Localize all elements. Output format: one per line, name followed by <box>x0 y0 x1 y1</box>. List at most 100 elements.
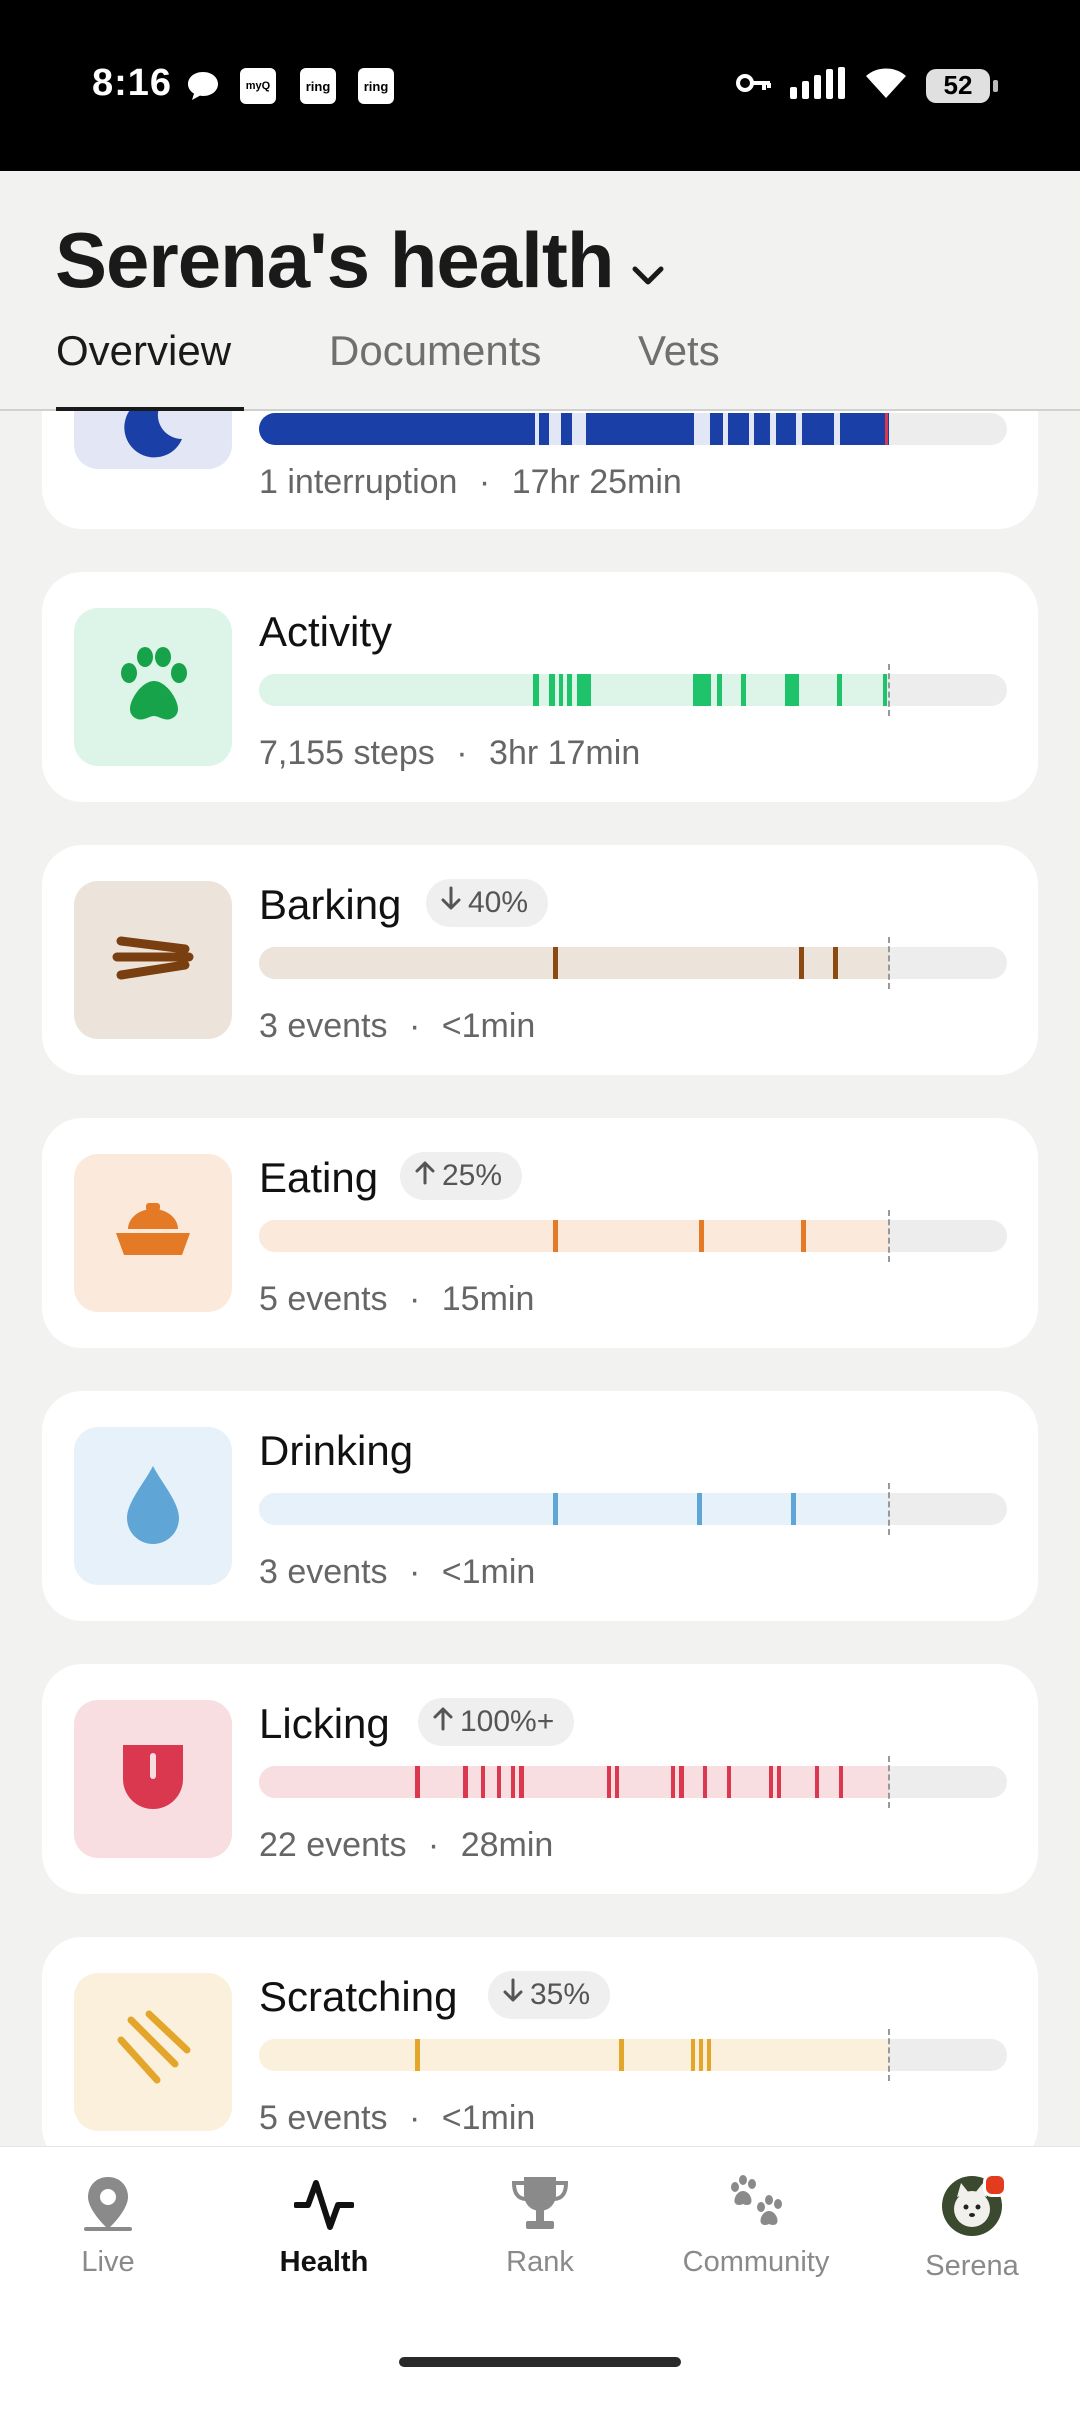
eating-icon-box <box>74 1154 232 1312</box>
scratching-event <box>415 2039 420 2071</box>
licking-timeline-fill <box>259 1766 889 1798</box>
eating-trend-badge: 25% <box>400 1152 523 1200</box>
licking-trend-value: 100%+ <box>460 1705 555 1738</box>
sleep-card[interactable]: 1 interruption · 17hr 25min <box>42 411 1038 529</box>
activity-event <box>533 674 539 706</box>
licking-event <box>777 1766 781 1798</box>
scratching-icon-box <box>74 1973 232 2131</box>
sleep-duration: 17hr 25min <box>511 463 682 501</box>
licking-icon-box <box>74 1700 232 1858</box>
page-header: Serena's health Overview Documents Vets <box>0 171 1080 411</box>
activity-duration: 3hr 17min <box>489 734 641 772</box>
scratch-lines-icon <box>113 2010 193 2095</box>
activity-event <box>741 674 746 706</box>
nav-profile-label: Serena <box>925 2250 1019 2282</box>
licking-summary: 22 events · 28min <box>259 1826 553 1865</box>
myq-icon: myQ <box>240 68 276 104</box>
licking-event <box>511 1766 515 1798</box>
nav-health[interactable]: Health <box>244 2175 404 2279</box>
barking-timeline-fill <box>259 947 889 979</box>
chevron-down-icon <box>631 215 665 306</box>
now-marker <box>888 1210 890 1262</box>
scratching-event <box>691 2039 695 2071</box>
pulse-icon <box>293 2180 355 2237</box>
activity-event <box>693 674 711 706</box>
food-bowl-icon <box>110 1202 196 1264</box>
scratching-card[interactable]: Scratching 35% 5 events · <1min <box>42 1937 1038 2146</box>
sleep-interruption <box>834 413 840 445</box>
drinking-card[interactable]: Drinking 3 events · <1min <box>42 1391 1038 1621</box>
nav-community-label: Community <box>682 2246 830 2278</box>
activity-event <box>559 674 563 706</box>
arrow-down-icon <box>440 886 462 920</box>
licking-event <box>679 1766 684 1798</box>
licking-count: 22 events <box>259 1826 407 1864</box>
tab-vets[interactable]: Vets <box>638 327 720 375</box>
sleep-interruption <box>549 413 561 445</box>
avatar <box>941 2173 1007 2237</box>
notification-dot <box>983 2173 1007 2197</box>
separator: · <box>408 2099 421 2137</box>
vpn-key-icon <box>736 71 772 100</box>
sleep-interruption <box>694 413 710 445</box>
nav-live[interactable]: Live <box>28 2175 188 2279</box>
drinking-timeline <box>259 1493 1007 1525</box>
drinking-event <box>697 1493 702 1525</box>
licking-event <box>815 1766 819 1798</box>
licking-timeline <box>259 1766 1007 1798</box>
pet-selector[interactable]: Serena's health <box>55 215 665 306</box>
scratching-event <box>619 2039 624 2071</box>
nav-rank[interactable]: Rank <box>460 2175 620 2279</box>
licking-event <box>727 1766 731 1798</box>
sleep-event <box>885 413 888 445</box>
status-time: 8:16 <box>92 62 173 104</box>
wifi-icon <box>864 66 908 105</box>
sleep-interruption <box>749 413 754 445</box>
drinking-count: 3 events <box>259 1553 388 1591</box>
barking-trend-badge: 40% <box>426 879 549 927</box>
licking-event <box>615 1766 619 1798</box>
eating-count: 5 events <box>259 1280 388 1318</box>
nav-community[interactable]: Community <box>676 2175 836 2279</box>
tab-overview[interactable]: Overview <box>56 327 231 375</box>
nav-profile[interactable]: Serena <box>892 2173 1052 2283</box>
home-indicator[interactable] <box>399 2357 681 2367</box>
scratching-duration: <1min <box>441 2099 536 2137</box>
ring-icon: ring <box>300 68 336 104</box>
sleep-interruption <box>723 413 728 445</box>
activity-event <box>549 674 555 706</box>
ring-icon: ring <box>358 68 394 104</box>
activity-card[interactable]: Activity 7,155 steps · 3hr 17min <box>42 572 1038 802</box>
eating-title: Eating <box>259 1154 379 1201</box>
drinking-title: Drinking <box>259 1427 414 1474</box>
health-overview-list[interactable]: 1 interruption · 17hr 25min Activity 7,1… <box>0 411 1080 2146</box>
barking-duration: <1min <box>441 1007 536 1045</box>
separator: · <box>408 1007 421 1045</box>
activity-summary: 7,155 steps · 3hr 17min <box>259 734 640 773</box>
status-bar: 8:16 myQ ring ring 52 <box>0 0 1080 171</box>
arrow-up-icon <box>414 1159 436 1193</box>
licking-card[interactable]: Licking 100%+ 22 events · 28min <box>42 1664 1038 1894</box>
barking-event <box>553 947 558 979</box>
eating-card[interactable]: Eating 25% 5 events · 15min <box>42 1118 1038 1348</box>
barking-card[interactable]: Barking 40% 3 events · <1min <box>42 845 1038 1075</box>
tab-documents[interactable]: Documents <box>329 327 541 375</box>
activity-event <box>837 674 842 706</box>
separator: · <box>456 734 468 772</box>
scratching-count: 5 events <box>259 2099 388 2137</box>
separator: · <box>408 1280 421 1318</box>
now-marker <box>888 1756 890 1808</box>
licking-event <box>703 1766 707 1798</box>
licking-event <box>769 1766 773 1798</box>
moon-icon <box>118 411 188 468</box>
licking-event <box>839 1766 843 1798</box>
now-marker <box>888 1483 890 1535</box>
drinking-icon-box <box>74 1427 232 1585</box>
bark-lines-icon <box>111 923 195 998</box>
sleep-count: 1 interruption <box>259 463 458 501</box>
nav-live-label: Live <box>81 2246 135 2278</box>
paw-icon <box>111 645 195 730</box>
arrow-down-icon <box>502 1978 524 2012</box>
eating-duration: 15min <box>441 1280 535 1318</box>
trophy-icon <box>510 2177 570 2237</box>
